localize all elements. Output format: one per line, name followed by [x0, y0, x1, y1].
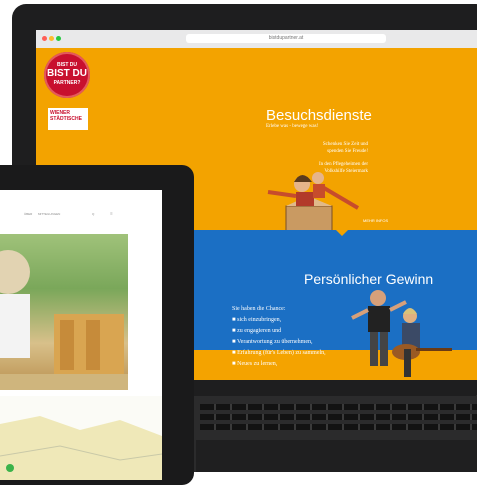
maximize-icon[interactable] [56, 36, 61, 41]
playground-scene [0, 250, 128, 390]
promo-line: Schenken Sie Zeit und [322, 142, 368, 147]
promo-line: spenden Sie Freude! [327, 149, 368, 154]
chance-intro: Sie haben die Chance: [232, 306, 286, 312]
map-marker-icon[interactable] [6, 464, 14, 472]
keyboard-row [200, 414, 477, 420]
bullet-item: ■ zu engagieren und [232, 328, 282, 334]
musician-illustration [351, 290, 452, 377]
bullet-item: ■ sich einzubringen, [232, 317, 282, 323]
bullet-item: ■ Erfahrung (für's Leben) zu sammeln, [232, 350, 326, 356]
browser-url-field[interactable]: bistdupartner.at [186, 34, 386, 43]
arrow-down-icon [336, 230, 348, 236]
browser-toolbar: bistdupartner.at [36, 30, 477, 49]
hero-photo [0, 234, 128, 390]
map-shape [0, 416, 162, 480]
page-title: Besuchsdienste [266, 107, 372, 124]
keyboard-row [200, 424, 477, 430]
tablet-nav-item[interactable]: MITTEILUNGEN [38, 212, 60, 216]
more-info-link[interactable]: MEHR INFOS [363, 218, 388, 223]
tablet-nav-item[interactable]: ÜBER [24, 212, 32, 216]
bullet-item: ■ Neues zu lernen, [232, 361, 278, 367]
bullet-item: ■ Verantwortung zu übernehmen, [232, 339, 313, 345]
sponsor-logo[interactable]: WIENER STÄDTISCHE [48, 108, 88, 130]
page-subtitle: Erlebe was - bewege was! [266, 124, 319, 129]
map-preview[interactable] [0, 396, 162, 480]
keyboard-palmrest [196, 440, 477, 472]
campaign-badge[interactable]: BIST DU BIST DU PARTNER? [44, 52, 90, 98]
tablet-nav-bar: ÜBER MITTEILUNGEN Q ☰ [0, 190, 162, 218]
menu-icon[interactable]: ☰ [110, 212, 113, 216]
tablet-screen: ÜBER MITTEILUNGEN Q ☰ [0, 190, 162, 480]
keyboard-row [200, 404, 477, 410]
search-icon[interactable]: Q [92, 212, 94, 216]
minimize-icon[interactable] [49, 36, 54, 41]
close-icon[interactable] [42, 36, 47, 41]
section-title: Persönlicher Gewinn [304, 271, 434, 287]
